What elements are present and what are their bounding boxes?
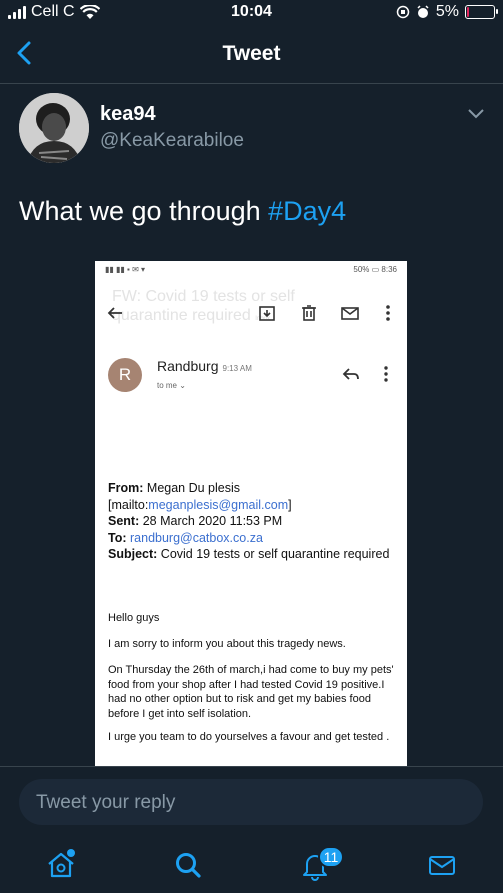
email-greeting: Hello guys bbox=[108, 612, 160, 624]
from-line: From: Megan Du plesis bbox=[108, 480, 398, 497]
sender-avatar: R bbox=[108, 358, 142, 392]
email-battery: 50% bbox=[353, 265, 370, 274]
mailto-prefix: [mailto: bbox=[108, 497, 149, 512]
reply-input[interactable]: Tweet your reply bbox=[19, 779, 483, 825]
to-me-label: to me bbox=[157, 381, 178, 390]
tab-bar bbox=[0, 836, 503, 893]
email-time: 8:36 bbox=[381, 265, 397, 274]
page-title: Tweet bbox=[222, 42, 281, 65]
mailto-link: meganplesis@gmail.com bbox=[148, 497, 289, 512]
sent-label: Sent: bbox=[108, 514, 140, 528]
avatar[interactable] bbox=[19, 93, 89, 163]
email-toolbar bbox=[95, 301, 407, 325]
email-paragraph: On Thursday the 26th of march,i had come… bbox=[108, 664, 394, 720]
email-status-right: 50% ▭ 8:36 bbox=[353, 265, 397, 274]
orientation-lock-icon bbox=[396, 5, 410, 19]
nav-bar: Tweet bbox=[0, 26, 503, 84]
subject-value: Covid 19 tests or self quarantine requir… bbox=[160, 547, 390, 561]
battery-fill bbox=[467, 7, 469, 17]
notification-count-badge: 11 bbox=[318, 846, 344, 868]
sent-time: 9:13 AM bbox=[222, 364, 252, 373]
mailto-line: [mailto:meganplesis@gmail.com] bbox=[108, 497, 398, 514]
to-value: randburg@catbox.co.za bbox=[130, 530, 263, 545]
subject-line: Subject: Covid 19 tests or self quaranti… bbox=[108, 546, 398, 563]
subject-label: Subject: bbox=[108, 547, 158, 561]
chevron-down-icon[interactable] bbox=[467, 108, 485, 120]
sender-name: Randburg bbox=[157, 358, 219, 374]
email-status-icons: ▮▮ ▮▮ ▪ ✉ ▾ bbox=[105, 265, 146, 274]
search-icon[interactable] bbox=[172, 849, 204, 881]
battery-percent: 5% bbox=[435, 3, 459, 20]
to-label: To: bbox=[108, 530, 127, 545]
mail-icon[interactable] bbox=[340, 303, 360, 323]
display-name[interactable]: kea94 bbox=[100, 103, 244, 126]
archive-icon[interactable] bbox=[257, 303, 277, 323]
arrow-left-icon[interactable] bbox=[105, 303, 125, 323]
status-right: 5% bbox=[396, 3, 498, 21]
from-label: From: bbox=[108, 481, 144, 495]
tweet-text-body: What we go through bbox=[19, 196, 269, 226]
email-paragraph: I urge you team to do yourselves a favou… bbox=[108, 731, 390, 743]
more-vertical-icon[interactable] bbox=[378, 303, 398, 323]
to-line: To: randburg@catbox.co.za bbox=[108, 530, 398, 547]
mailto-suffix: ] bbox=[288, 497, 292, 512]
from-value: Megan Du plesis bbox=[146, 481, 241, 495]
hashtag-link[interactable]: #Day4 bbox=[268, 196, 346, 226]
email-paragraph: I am sorry to inform you about this trag… bbox=[108, 638, 346, 650]
messages-envelope-icon[interactable] bbox=[426, 849, 458, 881]
profile-photo-icon bbox=[19, 93, 89, 163]
email-status-bar: ▮▮ ▮▮ ▪ ✉ ▾ 50% ▭ 8:36 bbox=[105, 265, 397, 274]
unread-dot bbox=[67, 849, 75, 857]
reply-bar: Tweet your reply bbox=[0, 766, 503, 836]
trash-icon[interactable] bbox=[299, 303, 319, 323]
battery-icon bbox=[465, 5, 498, 19]
user-handle[interactable]: @KeaKearabiloe bbox=[100, 130, 244, 152]
reply-icon bbox=[342, 368, 359, 380]
email-body: From: Megan Du plesis [mailto:meganplesi… bbox=[108, 480, 398, 743]
tweet-media-image[interactable]: ▮▮ ▮▮ ▪ ✉ ▾ 50% ▭ 8:36 FW: Covid 19 test… bbox=[95, 261, 407, 767]
sent-line: Sent: 28 March 2020 11:53 PM bbox=[108, 513, 398, 530]
recipient-line: to me ⌄ bbox=[157, 381, 186, 390]
sent-value: 28 March 2020 11:53 PM bbox=[142, 514, 283, 528]
more-vertical-icon bbox=[384, 366, 388, 382]
status-bar: Cell C 10:04 5% bbox=[0, 0, 503, 26]
author-block[interactable]: kea94 @KeaKearabiloe bbox=[100, 103, 244, 152]
alarm-icon bbox=[417, 5, 429, 18]
tweet-text: What we go through #Day4 bbox=[19, 196, 346, 227]
sender-name-line: Randburg 9:13 AM bbox=[157, 358, 252, 374]
